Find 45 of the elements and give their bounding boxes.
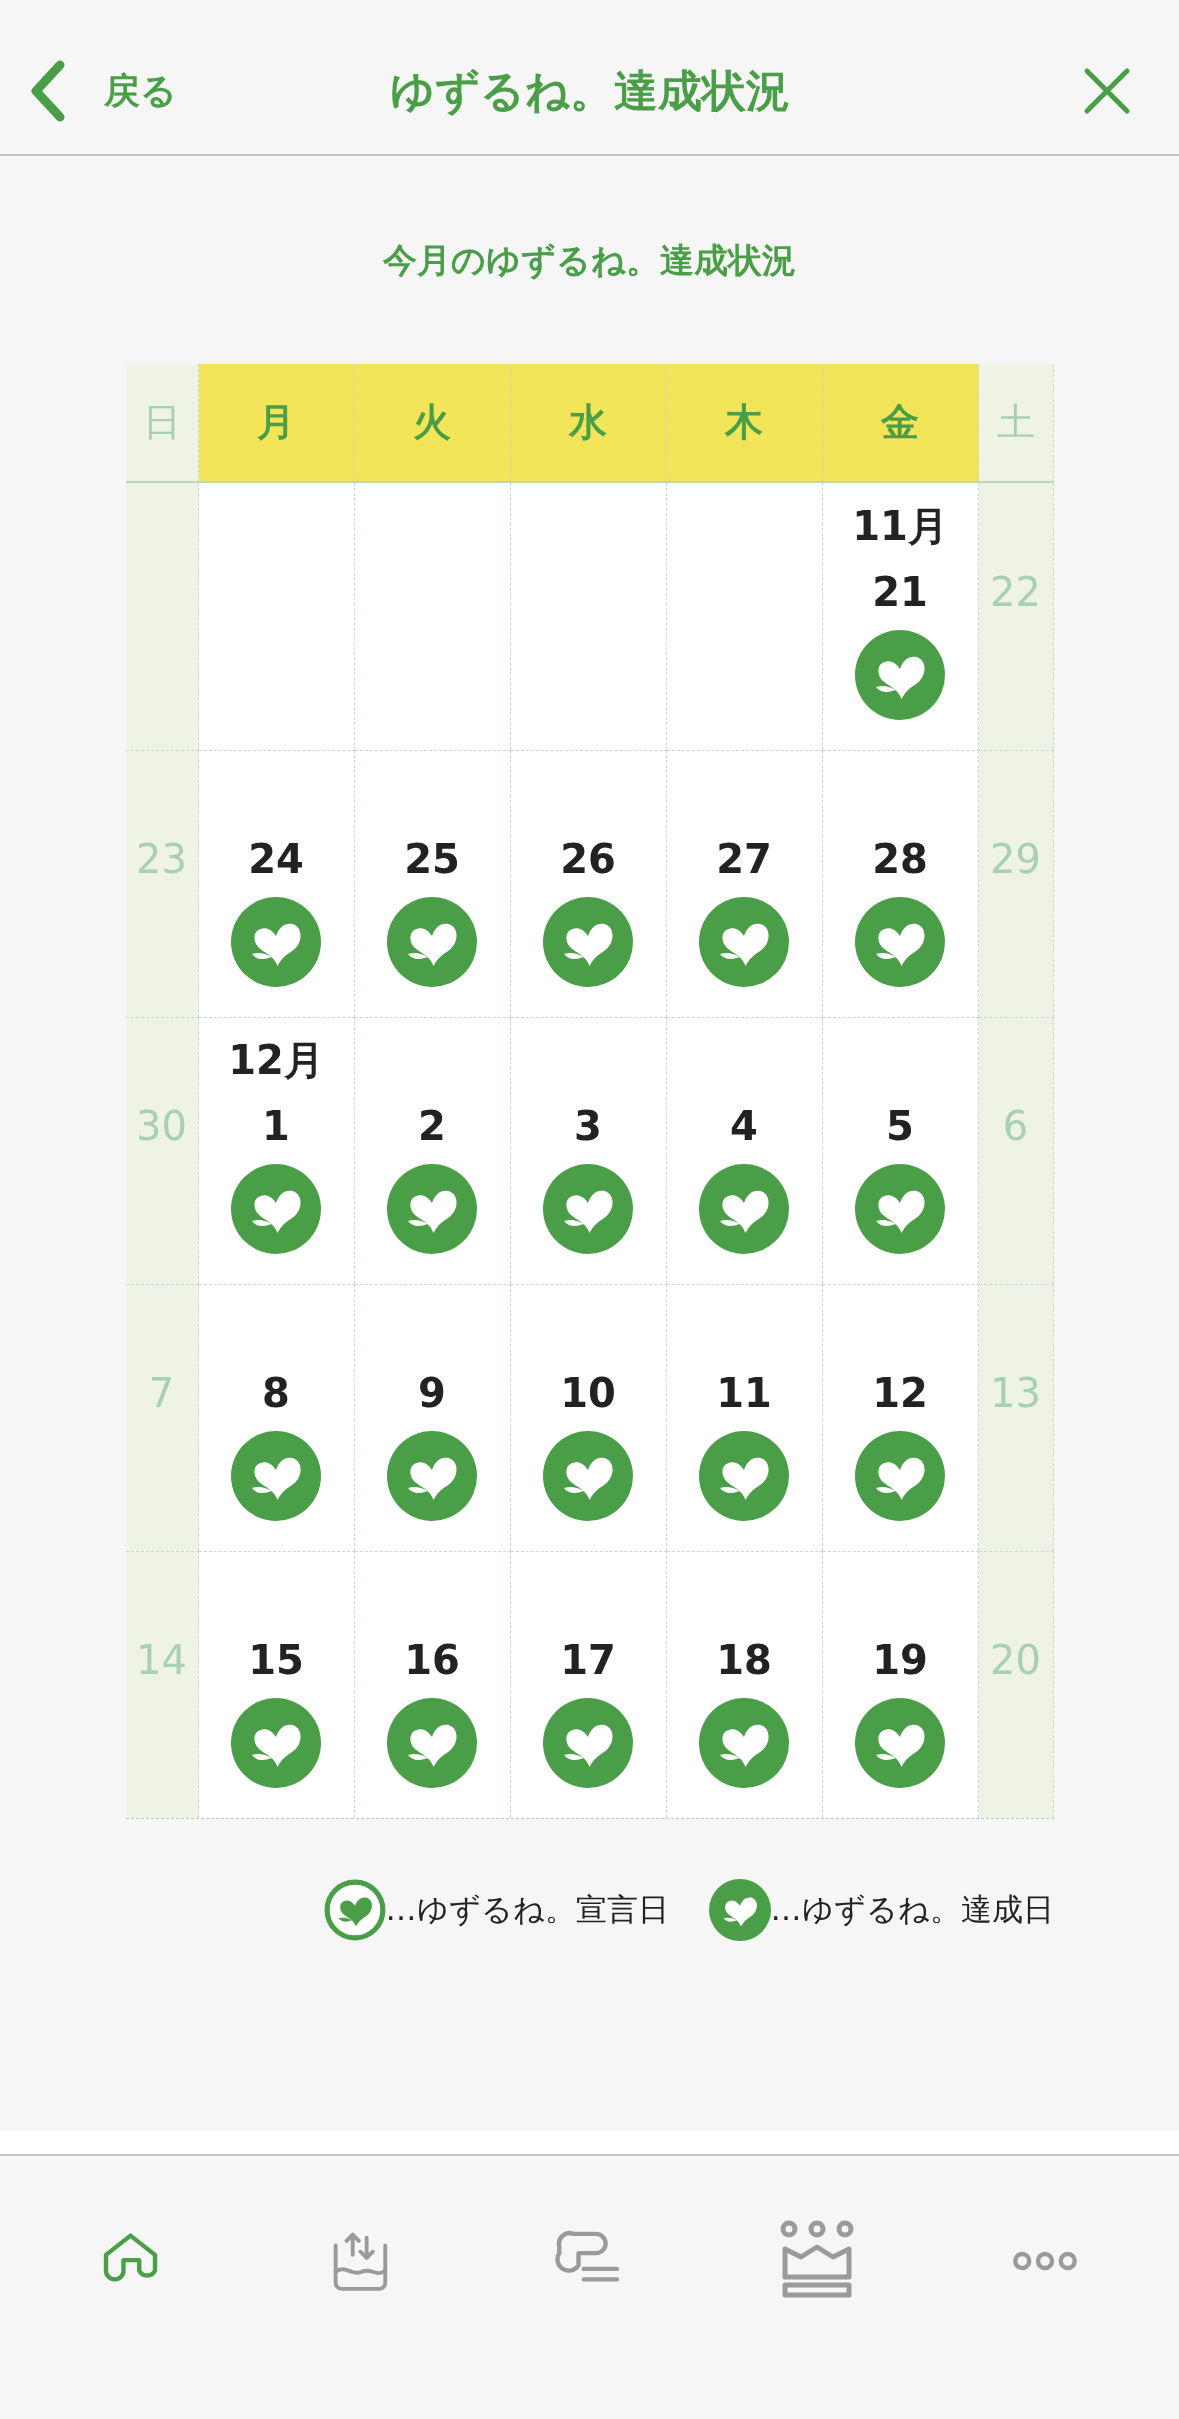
day-number: 23 [136, 835, 187, 884]
back-button[interactable]: 戻る [28, 59, 177, 123]
day-number: 20 [990, 1636, 1041, 1685]
weekday-header: 日 [125, 364, 199, 483]
day-number: 21 [872, 568, 928, 617]
day-number: 12 [872, 1369, 928, 1418]
weekday-header: 水 [510, 364, 667, 483]
day-number: 22 [990, 568, 1041, 617]
screen-title: ゆずるね。達成状況 [389, 63, 790, 118]
weekday-header: 土 [978, 364, 1054, 483]
day-number: 18 [716, 1636, 772, 1685]
day-number: 28 [872, 835, 928, 884]
month-label: 12月 [228, 1036, 324, 1085]
day-number: 26 [560, 835, 616, 884]
legend-label: …ゆずるね。宣言日 [385, 1890, 669, 1929]
day-number: 13 [990, 1369, 1041, 1418]
weekday-header: 月 [198, 364, 355, 483]
day-number: 9 [418, 1369, 446, 1418]
day-number: 16 [404, 1636, 460, 1685]
day-number: 15 [248, 1636, 304, 1685]
weekday-header: 金 [822, 364, 979, 483]
day-number: 10 [560, 1369, 616, 1418]
day-number: 11 [716, 1369, 772, 1418]
day-number: 25 [404, 835, 460, 884]
weekday-header: 火 [354, 364, 511, 483]
day-number: 7 [148, 1369, 175, 1418]
day-number: 2 [418, 1102, 446, 1151]
day-number: 27 [716, 835, 772, 884]
day-number: 1 [262, 1102, 290, 1151]
day-number: 3 [574, 1102, 602, 1151]
day-number: 4 [730, 1102, 758, 1151]
day-number: 6 [1002, 1102, 1029, 1151]
weekday-header: 木 [666, 364, 823, 483]
day-number: 14 [136, 1636, 187, 1685]
section-title: 今月のゆずるね。達成状況 [383, 239, 796, 282]
legend-label: …ゆずるね。達成日 [770, 1890, 1054, 1929]
day-number: 8 [262, 1369, 290, 1418]
day-number: 5 [886, 1102, 914, 1151]
close-icon[interactable] [1083, 67, 1131, 115]
day-number: 30 [136, 1102, 187, 1151]
month-label: 11月 [852, 502, 948, 551]
day-number: 19 [872, 1636, 928, 1685]
day-number: 17 [560, 1636, 616, 1685]
day-number: 29 [990, 835, 1041, 884]
day-number: 24 [248, 835, 304, 884]
